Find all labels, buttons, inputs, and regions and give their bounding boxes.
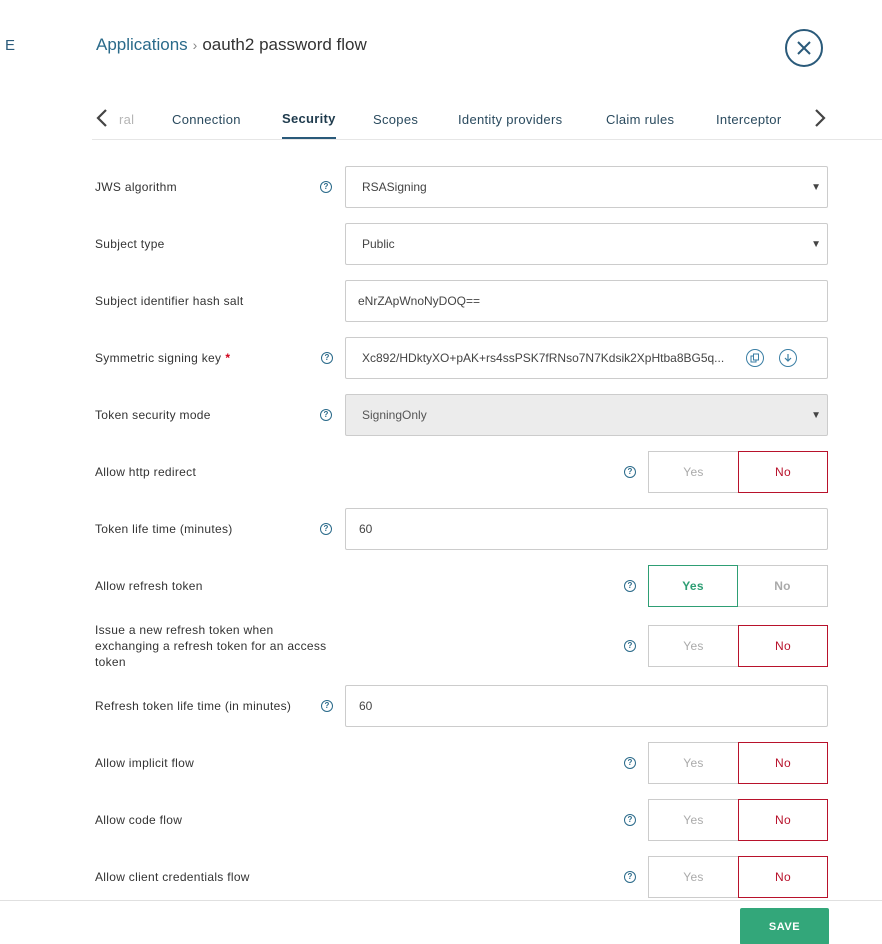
help-icon[interactable]: ?	[624, 466, 636, 478]
allow-code-flow-toggle: Yes No	[648, 799, 828, 841]
form-row-allow-code-flow: Allow code flow ? Yes No	[95, 799, 830, 841]
copy-icon	[750, 353, 759, 363]
subject-type-label: Subject type	[95, 237, 165, 251]
yes-option[interactable]: Yes	[648, 856, 738, 898]
subject-hash-salt-input[interactable]: eNrZApWnoNyDOQ==	[345, 280, 828, 322]
no-option[interactable]: No	[738, 799, 828, 841]
refresh-token-life-time-input[interactable]: 60	[345, 685, 828, 727]
no-option[interactable]: No	[738, 451, 828, 493]
refresh-token-life-time-value: 60	[359, 699, 373, 713]
allow-refresh-token-label: Allow refresh token	[95, 579, 203, 593]
issue-new-refresh-token-toggle: Yes No	[648, 625, 828, 667]
copy-button[interactable]	[746, 349, 764, 367]
issue-new-refresh-token-label: Issue a new refresh token when exchangin…	[95, 623, 327, 669]
help-icon[interactable]: ?	[624, 757, 636, 769]
help-icon[interactable]: ?	[321, 352, 333, 364]
jws-algorithm-label: JWS algorithm	[95, 180, 177, 194]
allow-implicit-flow-label: Allow implicit flow	[95, 756, 195, 770]
symmetric-signing-key-label-text: Symmetric signing key	[95, 351, 222, 365]
allow-refresh-token-toggle: Yes No	[648, 565, 828, 607]
caret-down-icon: ▼	[811, 410, 821, 421]
no-option[interactable]: No	[738, 625, 828, 667]
form-row-subject-hash-salt: Subject identifier hash salt eNrZApWnoNy…	[95, 280, 830, 322]
yes-option[interactable]: Yes	[648, 799, 738, 841]
no-option[interactable]: No	[738, 856, 828, 898]
help-icon[interactable]: ?	[320, 523, 332, 535]
token-security-mode-select[interactable]: SigningOnly ▼	[345, 394, 828, 436]
footer-bar: SAVE	[0, 900, 882, 944]
allow-implicit-flow-toggle: Yes No	[648, 742, 828, 784]
yes-option[interactable]: Yes	[648, 742, 738, 784]
allow-http-redirect-label: Allow http redirect	[95, 465, 197, 479]
download-button[interactable]	[779, 349, 797, 367]
jws-algorithm-select[interactable]: RSASigning ▼	[345, 166, 828, 208]
form-row-allow-http-redirect: Allow http redirect ? Yes No	[95, 451, 830, 493]
no-option[interactable]: No	[738, 565, 828, 607]
form-row-subject-type: Subject type Public ▼	[95, 223, 830, 265]
form-row-allow-client-credentials-flow: Allow client credentials flow ? Yes No	[95, 856, 830, 898]
caret-down-icon: ▼	[811, 239, 821, 250]
symmetric-signing-key-value: Xc892/HDktyXO+pAK+rs4ssPSK7fRNso7N7Kdsik…	[362, 351, 725, 365]
no-option[interactable]: No	[738, 742, 828, 784]
caret-down-icon: ▼	[811, 182, 821, 193]
token-life-time-input[interactable]: 60	[345, 508, 828, 550]
form-row-issue-new-refresh-token: Issue a new refresh token when exchangin…	[95, 623, 830, 669]
help-icon[interactable]: ?	[624, 871, 636, 883]
form-row-refresh-token-life-time: Refresh token life time (in minutes) ? 6…	[95, 685, 830, 727]
help-icon[interactable]: ?	[624, 814, 636, 826]
yes-option[interactable]: Yes	[648, 451, 738, 493]
subject-hash-salt-value: eNrZApWnoNyDOQ==	[358, 294, 481, 308]
yes-option[interactable]: Yes	[648, 625, 738, 667]
subject-type-value: Public	[362, 237, 395, 251]
token-life-time-value: 60	[359, 522, 373, 536]
allow-client-credentials-flow-toggle: Yes No	[648, 856, 828, 898]
token-security-mode-label: Token security mode	[95, 408, 211, 422]
security-form: JWS algorithm ? RSASigning ▼ Subject typ…	[0, 0, 882, 900]
jws-algorithm-value: RSASigning	[362, 180, 427, 194]
form-row-jws-algorithm: JWS algorithm ? RSASigning ▼	[95, 166, 830, 208]
allow-http-redirect-toggle: Yes No	[648, 451, 828, 493]
form-row-token-life-time: Token life time (minutes) ? 60	[95, 508, 830, 550]
required-marker: *	[225, 351, 231, 365]
save-button[interactable]: SAVE	[740, 908, 829, 944]
subject-type-select[interactable]: Public ▼	[345, 223, 828, 265]
help-icon[interactable]: ?	[321, 700, 333, 712]
token-security-mode-value: SigningOnly	[362, 408, 427, 422]
allow-code-flow-label: Allow code flow	[95, 813, 183, 827]
symmetric-signing-key-input[interactable]: Xc892/HDktyXO+pAK+rs4ssPSK7fRNso7N7Kdsik…	[345, 337, 828, 379]
symmetric-signing-key-label: Symmetric signing key *	[95, 337, 230, 379]
download-icon	[784, 354, 792, 362]
form-row-symmetric-signing-key: Symmetric signing key * ? Xc892/HDktyXO+…	[95, 337, 830, 379]
token-life-time-label: Token life time (minutes)	[95, 522, 233, 536]
help-icon[interactable]: ?	[320, 409, 332, 421]
form-row-allow-implicit-flow: Allow implicit flow ? Yes No	[95, 742, 830, 784]
yes-option[interactable]: Yes	[648, 565, 738, 607]
form-row-token-security-mode: Token security mode ? SigningOnly ▼	[95, 394, 830, 436]
help-icon[interactable]: ?	[624, 580, 636, 592]
subject-hash-salt-label: Subject identifier hash salt	[95, 294, 244, 308]
refresh-token-life-time-label: Refresh token life time (in minutes)	[95, 699, 292, 713]
help-icon[interactable]: ?	[320, 181, 332, 193]
allow-client-credentials-flow-label: Allow client credentials flow	[95, 870, 250, 884]
help-icon[interactable]: ?	[624, 640, 636, 652]
form-row-allow-refresh-token: Allow refresh token ? Yes No	[95, 565, 830, 607]
